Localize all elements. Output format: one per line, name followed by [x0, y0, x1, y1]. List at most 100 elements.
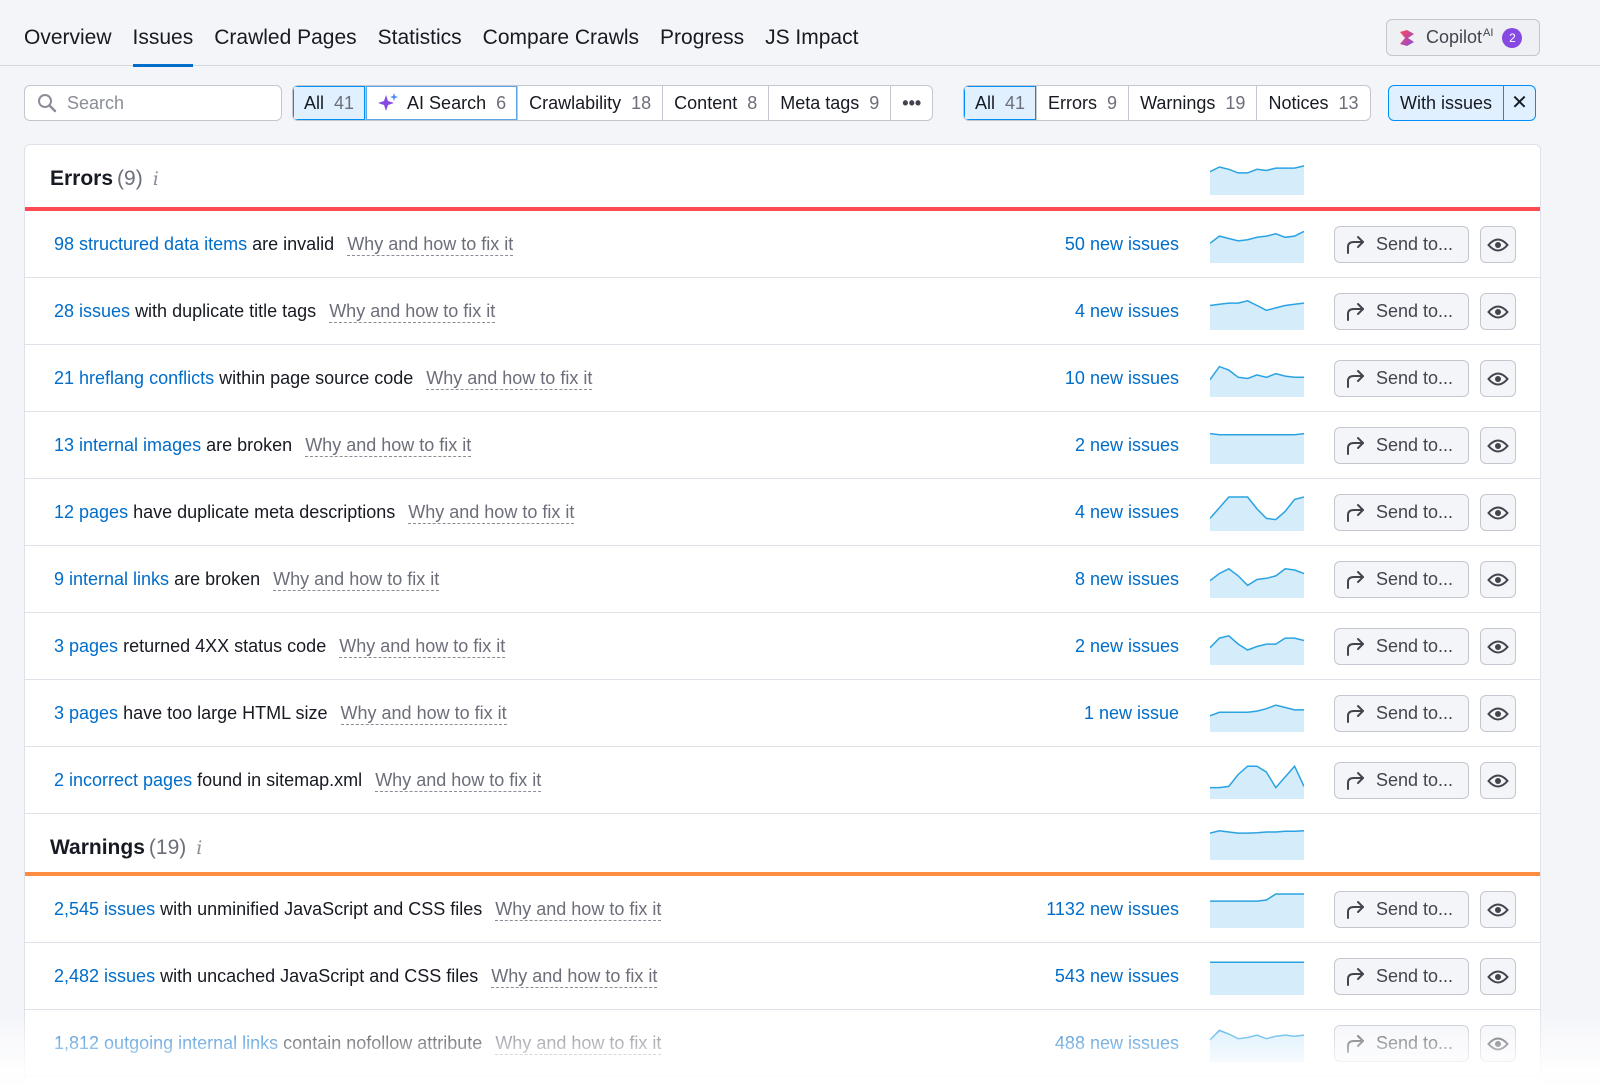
tab-overview[interactable]: Overview [24, 0, 112, 66]
issue-count-link[interactable]: 98 structured data items [54, 234, 247, 254]
section-trend-chart [1210, 830, 1304, 860]
why-and-how-link[interactable]: Why and how to fix it [491, 966, 658, 988]
view-button[interactable] [1480, 762, 1516, 799]
info-icon[interactable]: i [153, 168, 159, 190]
section-count: (9) [117, 167, 143, 190]
eye-icon [1487, 903, 1509, 916]
view-button[interactable] [1480, 958, 1516, 995]
why-and-how-link[interactable]: Why and how to fix it [273, 569, 440, 591]
tab-issues[interactable]: Issues [132, 0, 193, 67]
issue-text: within page source code [219, 368, 414, 388]
filter-errors[interactable]: Errors 9 [1037, 86, 1130, 120]
new-issues-link[interactable]: 488 new issues [1055, 1010, 1179, 1077]
more-filters-button[interactable]: ••• [891, 86, 932, 120]
view-button[interactable] [1480, 226, 1516, 263]
tab-js-impact[interactable]: JS Impact [765, 0, 858, 66]
send-to-button[interactable]: Send to... [1334, 360, 1469, 397]
tab-crawled-pages[interactable]: Crawled Pages [214, 0, 356, 66]
new-issues-link[interactable]: 1 new issue [1084, 680, 1179, 747]
send-to-button[interactable]: Send to... [1334, 958, 1469, 995]
filter-meta-tags[interactable]: Meta tags 9 [769, 86, 892, 120]
view-button[interactable] [1480, 628, 1516, 665]
issue-row: 1,812 outgoing internal links contain no… [25, 1010, 1540, 1077]
why-and-how-link[interactable]: Why and how to fix it [347, 234, 514, 256]
issue-count-link[interactable]: 2,482 issues [54, 966, 155, 986]
filter-count: 9 [869, 92, 880, 113]
send-to-button[interactable]: Send to... [1334, 762, 1469, 799]
send-to-button[interactable]: Send to... [1334, 695, 1469, 732]
issue-trend-chart [1210, 961, 1304, 995]
copilot-button[interactable]: CopilotAI 2 [1386, 19, 1540, 56]
new-issues-link[interactable]: 1132 new issues [1046, 876, 1179, 943]
view-button[interactable] [1480, 1025, 1516, 1062]
filter-content[interactable]: Content 8 [663, 86, 770, 120]
send-to-button[interactable]: Send to... [1334, 293, 1469, 330]
why-and-how-link[interactable]: Why and how to fix it [408, 502, 575, 524]
section-count: (19) [148, 836, 187, 859]
issue-count-link[interactable]: 3 pages [54, 703, 118, 723]
why-and-how-link[interactable]: Why and how to fix it [305, 435, 472, 457]
send-to-button[interactable]: Send to... [1334, 226, 1469, 263]
filter-warnings[interactable]: Warnings 19 [1129, 86, 1258, 120]
filter-all[interactable]: All 41 [293, 86, 367, 120]
filter-crawlability[interactable]: Crawlability 18 [518, 86, 664, 120]
copilot-logo-icon [1400, 29, 1414, 46]
view-button[interactable] [1480, 561, 1516, 598]
new-issues-link[interactable]: 2 new issues [1075, 412, 1179, 479]
send-to-button[interactable]: Send to... [1334, 628, 1469, 665]
filter-count: 9 [1107, 92, 1118, 113]
filter-notices[interactable]: Notices 13 [1257, 86, 1369, 120]
tab-progress[interactable]: Progress [660, 0, 744, 66]
new-issues-link[interactable]: 8 new issues [1075, 546, 1179, 613]
issue-count-link[interactable]: 21 hreflang conflicts [54, 368, 214, 388]
eye-icon [1487, 305, 1509, 318]
send-to-button[interactable]: Send to... [1334, 891, 1469, 928]
why-and-how-link[interactable]: Why and how to fix it [340, 703, 507, 725]
why-and-how-link[interactable]: Why and how to fix it [329, 301, 496, 323]
send-to-button[interactable]: Send to... [1334, 427, 1469, 464]
new-issues-link[interactable]: 4 new issues [1075, 479, 1179, 546]
view-button[interactable] [1480, 891, 1516, 928]
new-issues-link[interactable]: 10 new issues [1065, 345, 1179, 412]
issue-description: 1,812 outgoing internal links contain no… [54, 1010, 662, 1077]
issue-count-link[interactable]: 12 pages [54, 502, 128, 522]
view-button[interactable] [1480, 494, 1516, 531]
view-button[interactable] [1480, 695, 1516, 732]
new-issues-link[interactable]: 50 new issues [1065, 211, 1179, 278]
filter-ai-search[interactable]: AI Search 6 [366, 86, 519, 120]
issue-trend-chart [1210, 764, 1304, 799]
clear-filter-button[interactable]: ✕ [1503, 86, 1535, 120]
view-button[interactable] [1480, 293, 1516, 330]
issue-count-link[interactable]: 9 internal links [54, 569, 169, 589]
info-icon[interactable]: i [196, 837, 202, 859]
with-issues-toggle[interactable]: With issues [1389, 86, 1503, 120]
view-button[interactable] [1480, 360, 1516, 397]
send-to-label: Send to... [1376, 636, 1454, 656]
send-to-button[interactable]: Send to... [1334, 561, 1469, 598]
issue-count-link[interactable]: 28 issues [54, 301, 130, 321]
issue-text: with unminified JavaScript and CSS files [160, 899, 483, 919]
issue-count-link[interactable]: 13 internal images [54, 435, 201, 455]
why-and-how-link[interactable]: Why and how to fix it [426, 368, 593, 390]
new-issues-link[interactable]: 4 new issues [1075, 278, 1179, 345]
tab-compare-crawls[interactable]: Compare Crawls [483, 0, 639, 66]
new-issues-link[interactable]: 543 new issues [1055, 943, 1179, 1010]
issue-count-link[interactable]: 1,812 outgoing internal links [54, 1033, 278, 1053]
new-issues-link[interactable]: 2 new issues [1075, 613, 1179, 680]
issue-row: 3 pages have too large HTML size Why and… [25, 680, 1540, 747]
tab-statistics[interactable]: Statistics [378, 0, 462, 66]
send-to-button[interactable]: Send to... [1334, 494, 1469, 531]
issue-count-link[interactable]: 2,545 issues [54, 899, 155, 919]
share-arrow-icon [1347, 436, 1364, 455]
why-and-how-link[interactable]: Why and how to fix it [495, 899, 662, 921]
why-and-how-link[interactable]: Why and how to fix it [339, 636, 506, 658]
issue-trend-chart [1210, 300, 1304, 330]
why-and-how-link[interactable]: Why and how to fix it [495, 1033, 662, 1055]
why-and-how-link[interactable]: Why and how to fix it [375, 770, 542, 792]
send-to-button[interactable]: Send to... [1334, 1025, 1469, 1062]
issue-count-link[interactable]: 2 incorrect pages [54, 770, 192, 790]
filter-all[interactable]: All 41 [964, 86, 1038, 120]
issue-count-link[interactable]: 3 pages [54, 636, 118, 656]
view-button[interactable] [1480, 427, 1516, 464]
search-input[interactable] [67, 92, 267, 114]
